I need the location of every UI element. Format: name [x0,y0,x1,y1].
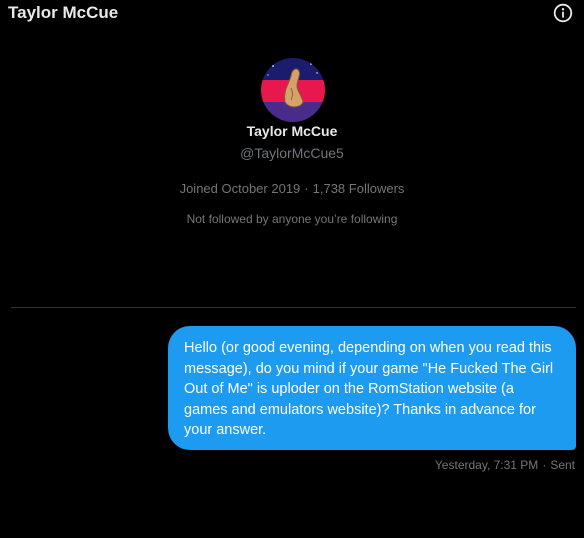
profile-meta: Joined October 2019 · 1,738 Followers [0,181,584,196]
avatar[interactable] [261,58,325,122]
conversation-header: Taylor McCue [0,0,584,26]
message-bubble[interactable]: Hello (or good evening, depending on whe… [168,326,576,450]
followers-count[interactable]: 1,738 Followers [313,181,405,196]
message-meta: Yesterday, 7:31 PM · Sent [435,458,575,472]
message-timestamp: Yesterday, 7:31 PM [434,458,539,472]
dm-conversation-page: Taylor McCue Taylor McCue @TaylorMcCue5 … [0,0,584,538]
profile-name[interactable]: Taylor McCue [0,123,584,139]
message-meta-separator: · [542,458,547,472]
avatar-image [261,58,325,122]
meta-separator: · [304,181,309,196]
profile-handle[interactable]: @TaylorMcCue5 [0,145,584,161]
conversation-title: Taylor McCue [8,3,119,22]
divider [11,307,576,308]
message-status: Sent [550,458,575,472]
info-circle-icon[interactable] [553,3,573,23]
joined-date: Joined October 2019 [179,181,301,196]
followed-by-note: Not followed by anyone you’re following [186,212,398,226]
